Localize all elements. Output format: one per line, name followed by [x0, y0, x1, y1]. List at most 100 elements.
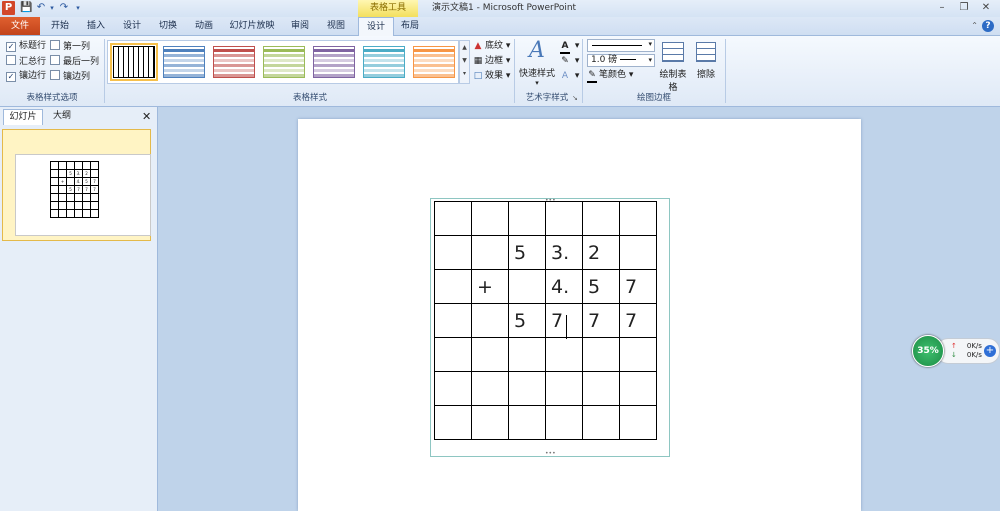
collapse-ribbon-icon[interactable]: ⌃ [971, 21, 978, 30]
header-row-checkbox[interactable]: ✓ 标题行 [6, 40, 46, 52]
table-cell[interactable] [434, 201, 472, 236]
tab-transitions[interactable]: 切换 [152, 17, 184, 35]
resize-handle[interactable] [665, 324, 668, 330]
dialog-launcher-icon[interactable]: ↘ [572, 94, 578, 102]
help-icon[interactable]: ? [982, 20, 994, 32]
table-cell[interactable] [434, 235, 472, 270]
tab-home[interactable]: 开始 [44, 17, 76, 35]
text-fill-button[interactable]: A ▾ [560, 40, 579, 54]
table-cell[interactable] [545, 201, 583, 236]
table-cell[interactable] [434, 269, 472, 304]
table-cell[interactable] [582, 405, 620, 440]
table-cell[interactable] [545, 405, 583, 440]
table-cell[interactable] [471, 235, 509, 270]
table-cell[interactable] [508, 405, 546, 440]
borders-button[interactable]: ▦ 边框 ▾ [473, 55, 511, 67]
slide-thumbnail[interactable]: 5 3. 2 +4. 5 7 5 7 7 7 [2, 129, 151, 241]
table-cell[interactable]: 7 [619, 303, 657, 338]
table-cell[interactable] [545, 337, 583, 372]
draw-table-button[interactable]: 绘制表格 [656, 39, 690, 93]
table-cell[interactable] [619, 337, 657, 372]
table-cell[interactable] [582, 371, 620, 406]
table-cell[interactable]: 5 [508, 303, 546, 338]
table-cell[interactable] [619, 235, 657, 270]
table-cell[interactable] [619, 371, 657, 406]
table-cell[interactable]: + [471, 269, 509, 304]
powerpoint-app-icon[interactable]: P [2, 1, 15, 15]
save-icon[interactable]: 💾 [20, 2, 32, 14]
table-cell[interactable] [471, 337, 509, 372]
banded-columns-checkbox[interactable]: 镶边列 [50, 70, 90, 82]
table-cell[interactable] [471, 405, 509, 440]
table-cell[interactable] [471, 201, 509, 236]
table-cell[interactable] [471, 371, 509, 406]
table-cell[interactable] [508, 201, 546, 236]
table-style-swatch[interactable] [263, 46, 305, 78]
table-cell[interactable]: 3. [545, 235, 583, 270]
last-column-checkbox[interactable]: 最后一列 [50, 55, 99, 67]
table-cell[interactable] [545, 371, 583, 406]
tab-table-layout[interactable]: 布局 [394, 17, 426, 35]
close-window-icon[interactable]: ✕ [976, 1, 996, 15]
text-outline-button[interactable]: ✎ ▾ [560, 55, 579, 67]
redo-icon[interactable]: ↷ [58, 2, 70, 14]
tab-file[interactable]: 文件 [0, 17, 40, 35]
table-cell[interactable]: 5 [582, 269, 620, 304]
customize-toolbar-icon[interactable]: ▾ [72, 2, 84, 14]
pen-color-button[interactable]: ✎ 笔颜色 ▾ [587, 69, 633, 83]
close-panel-icon[interactable]: ✕ [142, 110, 151, 123]
tab-animations[interactable]: 动画 [188, 17, 220, 35]
effects-button[interactable]: □ 效果 ▾ [473, 70, 511, 82]
table-cell[interactable] [434, 371, 472, 406]
table-cell[interactable] [508, 371, 546, 406]
resize-handle[interactable] [428, 324, 431, 330]
table-cell[interactable] [434, 303, 472, 338]
table-cell[interactable] [471, 303, 509, 338]
table-style-swatch[interactable] [213, 46, 255, 78]
restore-icon[interactable]: ❐ [954, 1, 974, 15]
tab-table-design[interactable]: 设计 [358, 17, 394, 36]
tab-insert[interactable]: 插入 [80, 17, 112, 35]
tab-slide-show[interactable]: 幻灯片放映 [226, 17, 278, 35]
table-cell[interactable]: 7 [619, 269, 657, 304]
table-cell[interactable]: 7 [582, 303, 620, 338]
table-cell[interactable] [434, 337, 472, 372]
table-cell[interactable] [619, 201, 657, 236]
table-cell[interactable]: 7 [545, 303, 583, 338]
first-column-checkbox[interactable]: 第一列 [50, 40, 90, 52]
table-style-swatch[interactable] [413, 46, 455, 78]
pen-style-dropdown[interactable]: ▾ [587, 39, 655, 52]
table-style-swatch[interactable] [363, 46, 405, 78]
table-cell[interactable]: 5 [508, 235, 546, 270]
quick-styles-button[interactable]: A 快速样式 ▾ [518, 39, 556, 88]
shading-button[interactable]: ▲ 底纹 ▾ [473, 40, 511, 52]
tab-slides[interactable]: 幻灯片 [3, 109, 43, 125]
pen-weight-dropdown[interactable]: 1.0 磅 ▾ [587, 54, 655, 67]
text-effects-button[interactable]: A ▾ [560, 70, 579, 82]
table-cell[interactable] [434, 405, 472, 440]
tab-outline[interactable]: 大纲 [44, 109, 80, 124]
table-style-swatch[interactable] [163, 46, 205, 78]
resize-handle[interactable]: ••• [545, 451, 556, 457]
table-cell[interactable]: 4. [545, 269, 583, 304]
network-speed-widget[interactable]: ↑ 0K/s ↓ 0K/s + 35% [912, 335, 1000, 367]
tab-view[interactable]: 视图 [320, 17, 352, 35]
table-cell[interactable] [508, 337, 546, 372]
minimize-icon[interactable]: – [932, 1, 952, 15]
table-cell[interactable] [582, 337, 620, 372]
total-row-checkbox[interactable]: 汇总行 [6, 55, 46, 67]
table-style-swatch[interactable] [110, 43, 158, 81]
table-cell[interactable] [582, 201, 620, 236]
table-style-swatch[interactable] [313, 46, 355, 78]
eraser-button[interactable]: 擦除 [694, 39, 718, 80]
undo-dropdown-icon[interactable]: ▾ [46, 2, 58, 14]
banded-rows-checkbox[interactable]: ✓ 镶边行 [6, 70, 46, 82]
tab-design[interactable]: 设计 [116, 17, 148, 35]
plus-icon[interactable]: + [984, 345, 996, 357]
table-cell[interactable] [619, 405, 657, 440]
table-cell[interactable] [508, 269, 546, 304]
gallery-scroll[interactable]: ▲ ▼ ▾ [459, 40, 470, 84]
slide-table[interactable]: 5 3. 2 +4. 5 7 5 7 7 7 [434, 201, 657, 440]
tab-review[interactable]: 审阅 [284, 17, 316, 35]
table-cell[interactable]: 2 [582, 235, 620, 270]
